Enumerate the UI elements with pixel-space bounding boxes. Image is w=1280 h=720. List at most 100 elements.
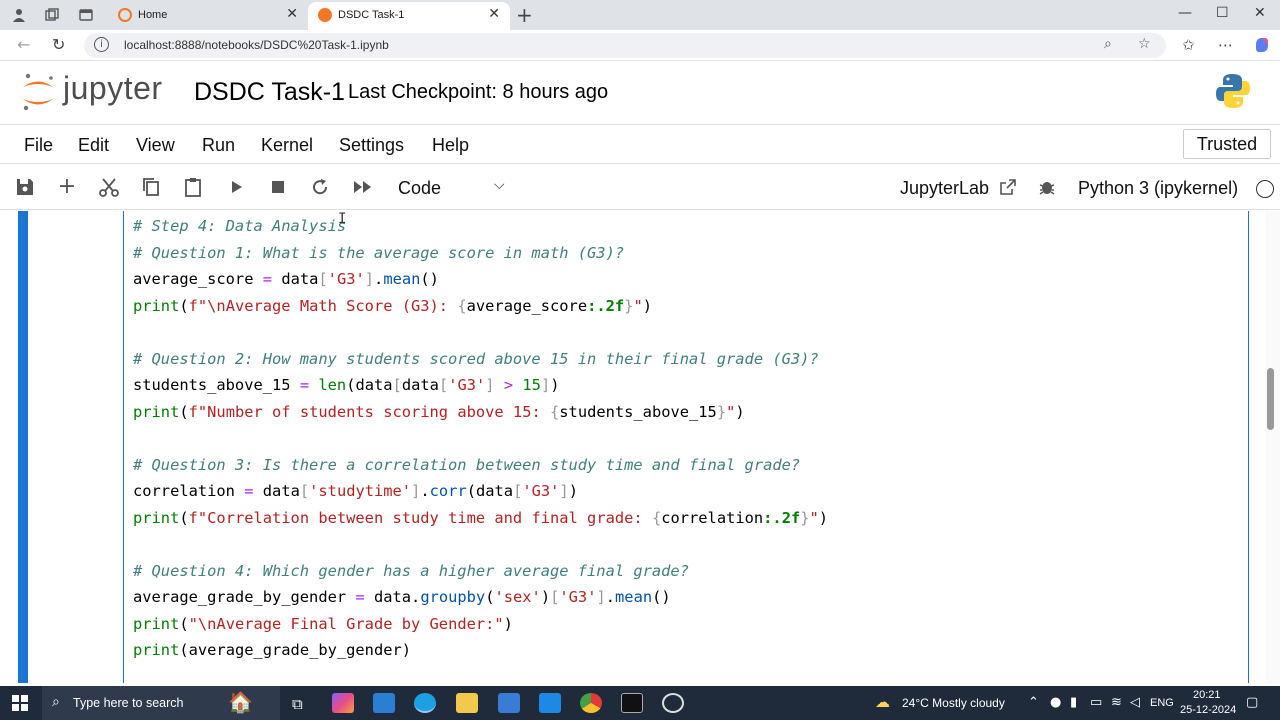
code-line[interactable]: print(f"Correlation between study time a… bbox=[133, 505, 828, 532]
location-icon[interactable]: ● bbox=[1050, 695, 1061, 710]
code-line[interactable]: # Step 4: Data Analysis bbox=[133, 213, 828, 240]
notebook-area: # Step 4: Data Analysis # Question 1: Wha… bbox=[0, 211, 1280, 683]
url-text[interactable]: localhost:8888/notebooks/DSDC%20Task-1.i… bbox=[124, 38, 389, 52]
code-line[interactable]: correlation = data['studytime'].corr(dat… bbox=[133, 478, 828, 505]
code-line[interactable]: students_above_15 = len(data[data['G3'] … bbox=[133, 372, 828, 399]
new-tab-icon[interactable]: + bbox=[516, 3, 533, 27]
trusted-indicator[interactable]: Trusted bbox=[1183, 129, 1271, 159]
menu-help[interactable]: Help bbox=[432, 135, 469, 156]
weather-text[interactable]: 24°C Mostly cloudy bbox=[902, 696, 1005, 710]
file-explorer-icon[interactable] bbox=[456, 693, 478, 713]
jupyter-favicon-icon bbox=[318, 8, 332, 22]
interrupt-kernel-icon[interactable] bbox=[267, 176, 289, 198]
store-app-icon[interactable] bbox=[498, 693, 520, 713]
code-line[interactable]: print(average_grade_by_gender) bbox=[133, 637, 828, 664]
workspaces-icon[interactable] bbox=[44, 7, 60, 23]
close-tab-icon[interactable]: ✕ bbox=[488, 6, 500, 22]
clock-time[interactable]: 20:21 bbox=[1193, 689, 1221, 701]
code-line[interactable]: # Question 3: Is there a correlation bet… bbox=[133, 452, 828, 479]
menu-edit[interactable]: Edit bbox=[78, 135, 109, 156]
chrome-app-icon[interactable] bbox=[580, 693, 602, 713]
copilot-icon[interactable] bbox=[1253, 36, 1271, 54]
code-line[interactable] bbox=[133, 319, 828, 346]
wifi-icon[interactable]: ≋ bbox=[1111, 695, 1122, 710]
run-cell-icon[interactable] bbox=[225, 176, 247, 198]
code-line[interactable]: print(f"\nAverage Math Score (G3): {aver… bbox=[133, 293, 828, 320]
code-line[interactable]: print("\nAverage Final Grade by Gender:"… bbox=[133, 611, 828, 638]
copy-icon[interactable] bbox=[140, 176, 162, 198]
close-tab-icon[interactable]: ✕ bbox=[286, 6, 298, 22]
volume-icon[interactable]: ◁ bbox=[1130, 695, 1140, 710]
notebook-toolbar: + Code ⌵ JupyterLab Python 3 (ipykernel) bbox=[0, 165, 1280, 210]
mail-app-icon[interactable] bbox=[539, 693, 561, 713]
address-bar[interactable]: i localhost:8888/notebooks/DSDC%20Task-1… bbox=[84, 33, 1166, 58]
jupyter-header: jupyter DSDC Task-1 Last Checkpoint: 8 h… bbox=[0, 62, 1280, 122]
chevron-down-icon[interactable]: ⌵ bbox=[494, 177, 505, 193]
microphone-icon[interactable]: ▮ bbox=[1070, 695, 1077, 710]
vscode-app-icon[interactable] bbox=[373, 693, 395, 713]
code-line[interactable] bbox=[133, 531, 828, 558]
external-link-icon[interactable] bbox=[998, 177, 1018, 197]
menu-settings[interactable]: Settings bbox=[339, 135, 404, 156]
site-info-icon[interactable]: i bbox=[94, 37, 109, 52]
obs-app-icon[interactable] bbox=[662, 693, 684, 713]
scrollbar[interactable] bbox=[1265, 211, 1280, 683]
task-view-icon[interactable]: ⧉ bbox=[292, 695, 303, 713]
favorite-star-icon[interactable]: ☆ bbox=[1138, 36, 1151, 52]
kernel-status-icon bbox=[1256, 180, 1274, 198]
code-line[interactable]: # Question 2: How many students scored a… bbox=[133, 346, 828, 373]
code-line[interactable]: average_grade_by_gender = data.groupby('… bbox=[133, 584, 828, 611]
jupyter-logo-text[interactable]: jupyter bbox=[63, 70, 163, 107]
code-line[interactable]: average_score = data['G3'].mean() bbox=[133, 266, 828, 293]
back-icon[interactable]: ← bbox=[17, 35, 30, 54]
cut-icon[interactable] bbox=[98, 176, 120, 198]
minimize-icon[interactable]: — bbox=[1178, 5, 1192, 21]
menu-file[interactable]: File bbox=[24, 135, 53, 156]
debugger-bug-icon[interactable] bbox=[1038, 178, 1056, 196]
close-window-icon[interactable]: ✕ bbox=[1254, 5, 1266, 21]
notifications-icon[interactable]: ▢ bbox=[1246, 695, 1258, 710]
restart-kernel-icon[interactable] bbox=[309, 176, 331, 198]
browser-tab-strip: Home ✕ DSDC Task-1 ✕ + — ☐ ✕ bbox=[0, 0, 1280, 30]
cell-type-select[interactable]: Code bbox=[398, 178, 441, 199]
terminal-app-icon[interactable] bbox=[621, 693, 643, 713]
weather-icon[interactable]: ☁ bbox=[875, 693, 890, 711]
edge-app-icon[interactable] bbox=[414, 693, 436, 713]
code-line[interactable]: # Question 4: Which gender has a higher … bbox=[133, 558, 828, 585]
maximize-icon[interactable]: ☐ bbox=[1216, 5, 1229, 21]
copilot-app-icon[interactable] bbox=[332, 693, 354, 713]
menu-kernel[interactable]: Kernel bbox=[261, 135, 313, 156]
profile-icon[interactable] bbox=[11, 7, 27, 23]
battery-icon[interactable]: ▭ bbox=[1090, 695, 1102, 710]
code-editor[interactable]: # Step 4: Data Analysis # Question 1: Wha… bbox=[133, 213, 828, 664]
zoom-icon[interactable]: ⌕ bbox=[1104, 36, 1112, 52]
paste-icon[interactable] bbox=[182, 176, 204, 198]
windows-start-icon[interactable] bbox=[12, 695, 28, 711]
restart-run-all-icon[interactable] bbox=[351, 176, 375, 198]
code-line[interactable]: print(f"Number of students scoring above… bbox=[133, 399, 828, 426]
reload-icon[interactable]: ↻ bbox=[52, 35, 65, 54]
clock-date[interactable]: 25-12-2024 bbox=[1180, 704, 1236, 716]
tab-dsdc-task-1[interactable]: DSDC Task-1 ✕ bbox=[308, 2, 510, 30]
language-indicator[interactable]: ENG bbox=[1150, 697, 1174, 709]
menu-run[interactable]: Run bbox=[202, 135, 235, 156]
save-icon[interactable] bbox=[14, 176, 36, 198]
windows-taskbar: ⌕ Type here to search 🏠 ⧉ ☁ 24°C Mostly … bbox=[0, 686, 1280, 720]
more-options-icon[interactable]: ⋯ bbox=[1218, 36, 1233, 54]
search-icon: ⌕ bbox=[52, 694, 60, 710]
menu-view[interactable]: View bbox=[136, 135, 175, 156]
tab-home[interactable]: Home ✕ bbox=[108, 2, 308, 30]
scrollbar-thumb[interactable] bbox=[1267, 368, 1274, 430]
show-hidden-icons-icon[interactable]: ⌃ bbox=[1028, 695, 1039, 710]
favorites-icon[interactable]: ✩ bbox=[1182, 36, 1195, 54]
insert-cell-icon[interactable]: + bbox=[56, 176, 78, 198]
code-line[interactable] bbox=[133, 425, 828, 452]
code-line[interactable]: # Question 1: What is the average score … bbox=[133, 240, 828, 267]
jupyter-logo-icon[interactable] bbox=[20, 72, 56, 112]
taskbar-search[interactable]: ⌕ Type here to search 🏠 bbox=[42, 686, 280, 720]
open-jupyterlab-link[interactable]: JupyterLab bbox=[900, 178, 989, 199]
christmas-widget-icon: 🏠 bbox=[228, 690, 253, 714]
notebook-title[interactable]: DSDC Task-1 bbox=[194, 78, 345, 107]
tab-actions-icon[interactable] bbox=[78, 7, 94, 23]
kernel-name[interactable]: Python 3 (ipykernel) bbox=[1078, 178, 1238, 199]
